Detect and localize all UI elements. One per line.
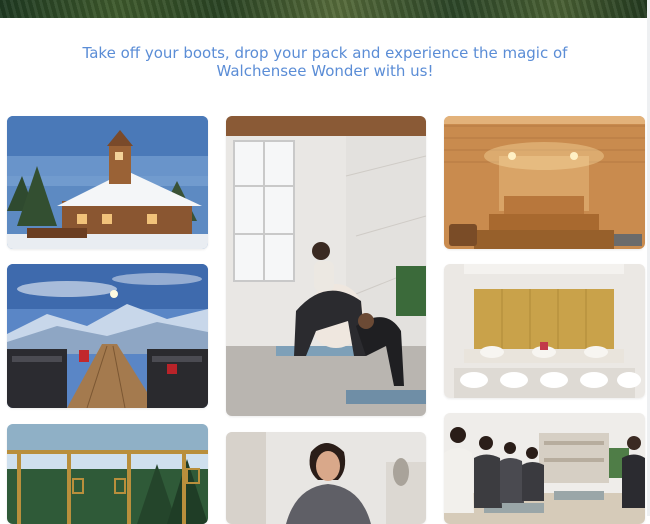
spa-lounge-image xyxy=(444,264,645,398)
gallery-photo-meditation-woman[interactable] xyxy=(226,432,426,524)
meditation-woman-image xyxy=(226,432,426,524)
welcome-headline: Take off your boots, drop your pack and … xyxy=(82,44,568,80)
gallery-photo-group-meditation[interactable] xyxy=(444,413,645,524)
gallery-photo-winter-lodge[interactable] xyxy=(7,116,208,249)
group-meditation-image xyxy=(444,413,645,524)
mountain-terrace-image xyxy=(7,264,208,408)
glass-pavilion-image xyxy=(7,424,208,524)
winter-lodge-image xyxy=(7,116,208,249)
sauna-image xyxy=(444,116,645,249)
gallery-photo-sauna[interactable] xyxy=(444,116,645,249)
gallery-photo-spa-lounge[interactable] xyxy=(444,264,645,398)
gallery-photo-glass-pavilion[interactable] xyxy=(7,424,208,524)
gallery-photo-yoga-stretch[interactable] xyxy=(226,116,426,416)
yoga-stretch-image xyxy=(226,116,426,416)
gallery-photo-mountain-terrace[interactable] xyxy=(7,264,208,408)
hero-image-strip xyxy=(0,0,650,18)
